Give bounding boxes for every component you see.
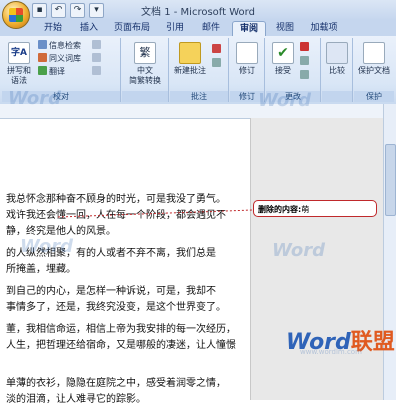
watermark-url: www.wordlm.com	[300, 348, 362, 356]
balloon-text: 萌	[301, 205, 310, 214]
office-logo-icon	[9, 8, 23, 22]
balloon-label: 删除的内容:	[258, 205, 302, 214]
revision-balloon[interactable]: 删除的内容:萌	[253, 200, 377, 217]
office-button[interactable]	[2, 1, 30, 29]
